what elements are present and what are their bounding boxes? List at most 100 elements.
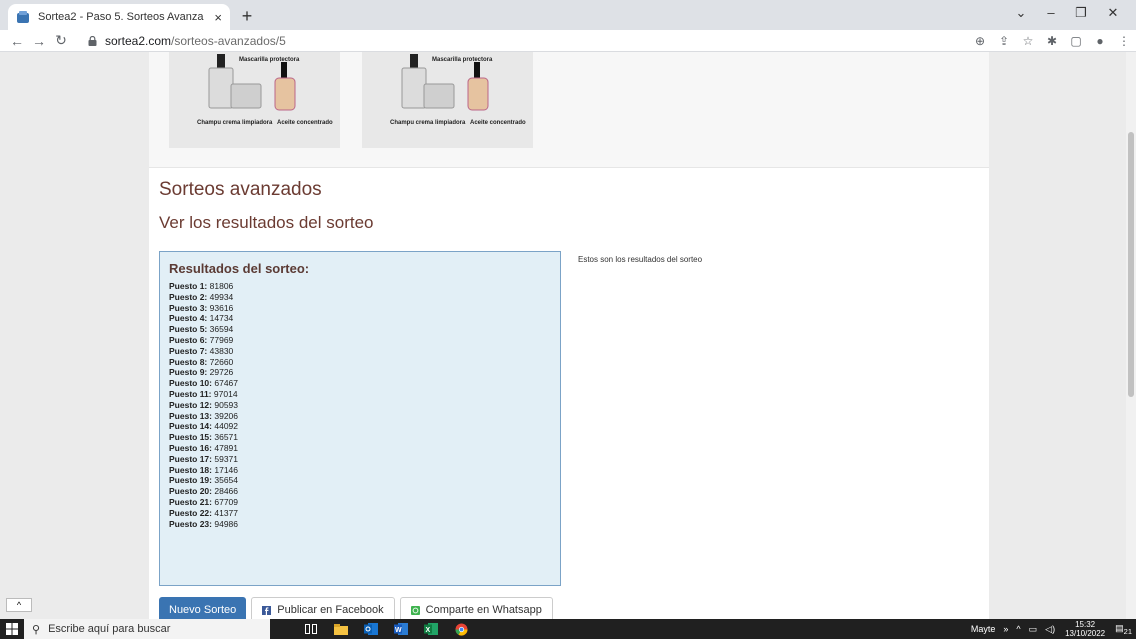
result-position-label: Puesto 5: [169, 324, 208, 335]
address-bar[interactable]: sortea2.com/sorteos-avanzados/5 [88, 32, 286, 50]
zoom-icon[interactable]: ⊕ [968, 34, 992, 48]
result-number: 93616 [209, 302, 234, 313]
browser-toolbar: ← → ↻ sortea2.com/sorteos-avanzados/5 ⊕ … [0, 30, 1136, 52]
tray-chevron-up-icon[interactable]: ^ [1016, 624, 1020, 634]
result-row: Puesto 15: 36571 [169, 432, 551, 443]
result-row: Puesto 11: 97014 [169, 389, 551, 400]
site-favicon-icon [16, 10, 30, 24]
browser-tabstrip: Sortea2 - Paso 5. Sorteos Avanza × + ⌄ –… [0, 0, 1136, 30]
taskbar-apps: W X [296, 619, 476, 639]
product-label-oil: Aceite concentrado [277, 120, 333, 126]
chrome-icon[interactable] [446, 619, 476, 639]
result-number: 43830 [209, 345, 234, 356]
page-title: Sorteos avanzados [159, 179, 322, 200]
whatsapp-share-button[interactable]: Comparte en Whatsapp [399, 597, 553, 619]
reload-icon[interactable]: ↻ [50, 32, 72, 49]
word-icon[interactable]: W [386, 619, 416, 639]
browser-tab-active[interactable]: Sortea2 - Paso 5. Sorteos Avanza × [8, 4, 230, 30]
result-row: Puesto 6: 77969 [169, 335, 551, 346]
taskbar-search[interactable]: ⚲ Escribe aquí para buscar [24, 619, 270, 639]
result-number: 77969 [209, 334, 234, 345]
tray-user[interactable]: Mayte [971, 624, 996, 634]
result-position-label: Puesto 14: [169, 421, 212, 432]
result-position-label: Puesto 4: [169, 313, 208, 324]
new-draw-button[interactable]: Nuevo Sorteo [159, 597, 247, 619]
result-position-label: Puesto 12: [169, 399, 212, 410]
result-row: Puesto 21: 67709 [169, 497, 551, 508]
product-image-band: Mascarilla protectora Champu crema limpi… [149, 52, 989, 168]
back-icon[interactable]: ← [6, 33, 28, 49]
windows-start-icon[interactable] [0, 619, 24, 639]
result-number: 94986 [214, 518, 239, 529]
result-row: Puesto 5: 36594 [169, 324, 551, 335]
result-row: Puesto 20: 28466 [169, 486, 551, 497]
extensions-icon[interactable]: ✱ [1040, 34, 1064, 48]
file-explorer-icon[interactable] [326, 619, 356, 639]
facebook-icon [262, 605, 272, 615]
side-panel-icon[interactable]: ▢ [1064, 34, 1088, 48]
profile-avatar-icon[interactable]: ● [1088, 34, 1112, 48]
product-image: Mascarilla protectora Champu crema limpi… [169, 52, 340, 148]
result-position-label: Puesto 10: [169, 378, 212, 389]
result-position-label: Puesto 3: [169, 302, 208, 313]
new-tab-button[interactable]: + [236, 5, 258, 27]
bookmark-star-icon[interactable]: ☆ [1016, 34, 1040, 48]
tray-overflow-icon[interactable]: » [1003, 624, 1008, 634]
excel-icon[interactable]: X [416, 619, 446, 639]
result-row: Puesto 19: 35654 [169, 475, 551, 486]
result-row: Puesto 22: 41377 [169, 508, 551, 519]
result-row: Puesto 3: 93616 [169, 303, 551, 314]
results-list: Puesto 1: 81806 Puesto 2: 49934 Puesto 3: … [169, 281, 551, 529]
volume-icon[interactable]: ◁) [1045, 624, 1055, 635]
forward-icon[interactable]: → [28, 33, 50, 49]
result-position-label: Puesto 22: [169, 507, 212, 518]
tab-close-icon[interactable]: × [214, 10, 222, 25]
product-label-shampoo: Champu crema limpiadora [390, 120, 466, 126]
outlook-icon[interactable] [356, 619, 386, 639]
browser-menu-icon[interactable]: ⋮ [1112, 34, 1136, 48]
result-position-label: Puesto 6: [169, 334, 208, 345]
result-row: Puesto 4: 14734 [169, 313, 551, 324]
windows-taskbar: ⚲ Escribe aquí para buscar W X Mayte » ^… [0, 619, 1136, 639]
result-number: 90593 [214, 399, 239, 410]
restore-button[interactable]: ❐ [1066, 4, 1096, 22]
share-icon[interactable]: ⇪ [992, 34, 1016, 48]
result-row: Puesto 12: 90593 [169, 400, 551, 411]
close-window-button[interactable]: ✕ [1098, 4, 1128, 22]
notifications-icon[interactable]: ▤21 [1115, 623, 1132, 636]
result-position-label: Puesto 20: [169, 486, 212, 497]
result-number: 39206 [214, 410, 239, 421]
scroll-up-icon[interactable]: ^ [6, 598, 32, 612]
facebook-share-button[interactable]: Publicar en Facebook [251, 597, 395, 619]
result-position-label: Puesto 7: [169, 345, 208, 356]
result-position-label: Puesto 16: [169, 442, 212, 453]
task-view-icon[interactable] [296, 619, 326, 639]
result-position-label: Puesto 11: [169, 388, 212, 399]
result-position-label: Puesto 8: [169, 356, 208, 367]
product-label-shampoo: Champu crema limpiadora [197, 120, 273, 126]
whatsapp-icon [410, 605, 420, 615]
taskbar-search-placeholder: Escribe aquí para buscar [48, 623, 171, 635]
result-position-label: Puesto 15: [169, 432, 212, 443]
result-position-label: Puesto 13: [169, 410, 212, 421]
tray-clock[interactable]: 15:32 13/10/2022 [1065, 620, 1105, 638]
result-position-label: Puesto 2: [169, 291, 208, 302]
tab-title: Sortea2 - Paso 5. Sorteos Avanza [38, 11, 204, 23]
network-icon[interactable]: ▭ [1029, 624, 1038, 635]
page-scrollbar[interactable] [1126, 52, 1136, 619]
result-row: Puesto 17: 59371 [169, 454, 551, 465]
url-host: sortea2.com [105, 34, 172, 48]
svg-text:X: X [426, 627, 431, 634]
tab-search-icon[interactable]: ⌄ [1006, 4, 1036, 22]
results-title: Resultados del sorteo: [169, 261, 310, 276]
result-position-label: Puesto 23: [169, 518, 212, 529]
result-number: 35654 [214, 475, 239, 486]
result-position-label: Puesto 1: [169, 281, 208, 291]
main-content: Mascarilla protectora Champu crema limpi… [149, 52, 989, 619]
result-number: 67709 [214, 496, 239, 507]
minimize-button[interactable]: – [1036, 4, 1066, 22]
url-path: /sorteos-avanzados/5 [171, 34, 286, 48]
svg-text:W: W [395, 627, 402, 634]
scrollbar-thumb[interactable] [1128, 132, 1134, 397]
results-panel: Resultados del sorteo: Puesto 1: 81806 Pu… [159, 251, 561, 586]
